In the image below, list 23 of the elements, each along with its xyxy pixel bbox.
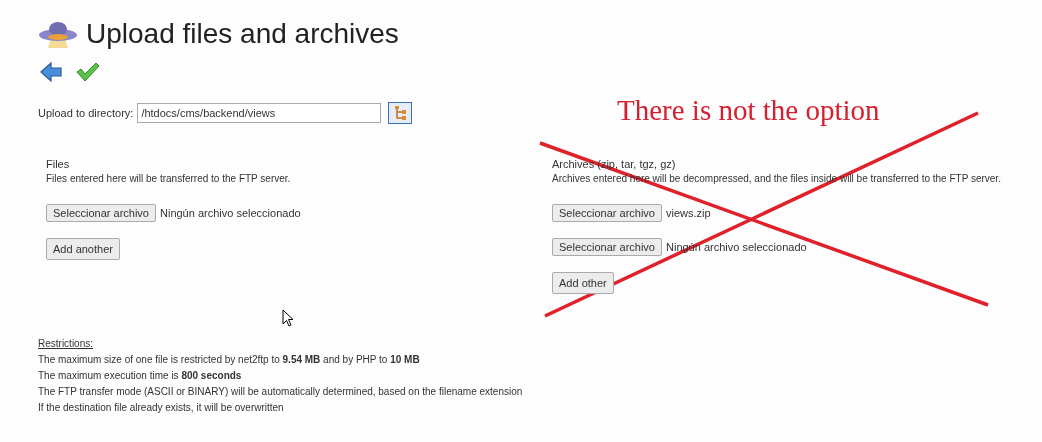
section-description: Files entered here will be transferred to the FTP server. — [46, 173, 291, 184]
browse-tree-button[interactable] — [388, 102, 413, 124]
file-name: views.zip — [666, 207, 711, 219]
restriction-text: The maximum size of one file is restricted by net2ftp to 9.54 MB and by PHP to 10 MB — [38, 354, 420, 365]
add-button[interactable]: Add other — [552, 272, 614, 294]
mouse-cursor-icon — [282, 309, 294, 327]
file-name: Ningún archivo seleccionado — [160, 207, 301, 219]
directory-field[interactable]: /htdocs/cms/backend/views — [137, 103, 382, 123]
directory-label: Upload to directory: — [38, 107, 134, 119]
tree-icon — [394, 106, 407, 120]
restriction-text: If the destination file already exists, it will be overwritten — [38, 402, 284, 413]
annotation-text: There is not the option — [617, 94, 880, 127]
add-button[interactable]: Add another — [46, 238, 120, 260]
section-heading: Files — [46, 158, 70, 170]
choose-file-button[interactable]: Seleccionar archivo — [552, 238, 662, 256]
page-title: Upload files and archives — [86, 18, 399, 50]
choose-file-button[interactable]: Seleccionar archivo — [552, 204, 662, 222]
restriction-text: The maximum execution time is 800 seconds — [38, 370, 242, 381]
checkmark-icon[interactable] — [76, 62, 100, 82]
back-arrow-icon[interactable] — [40, 62, 62, 82]
choose-file-button[interactable]: Seleccionar archivo — [46, 204, 156, 222]
restriction-text: The FTP transfer mode (ASCII or BINARY) will be automatically determined, based on the filename extension — [38, 386, 523, 397]
restrictions-heading: Restrictions: — [38, 338, 93, 349]
